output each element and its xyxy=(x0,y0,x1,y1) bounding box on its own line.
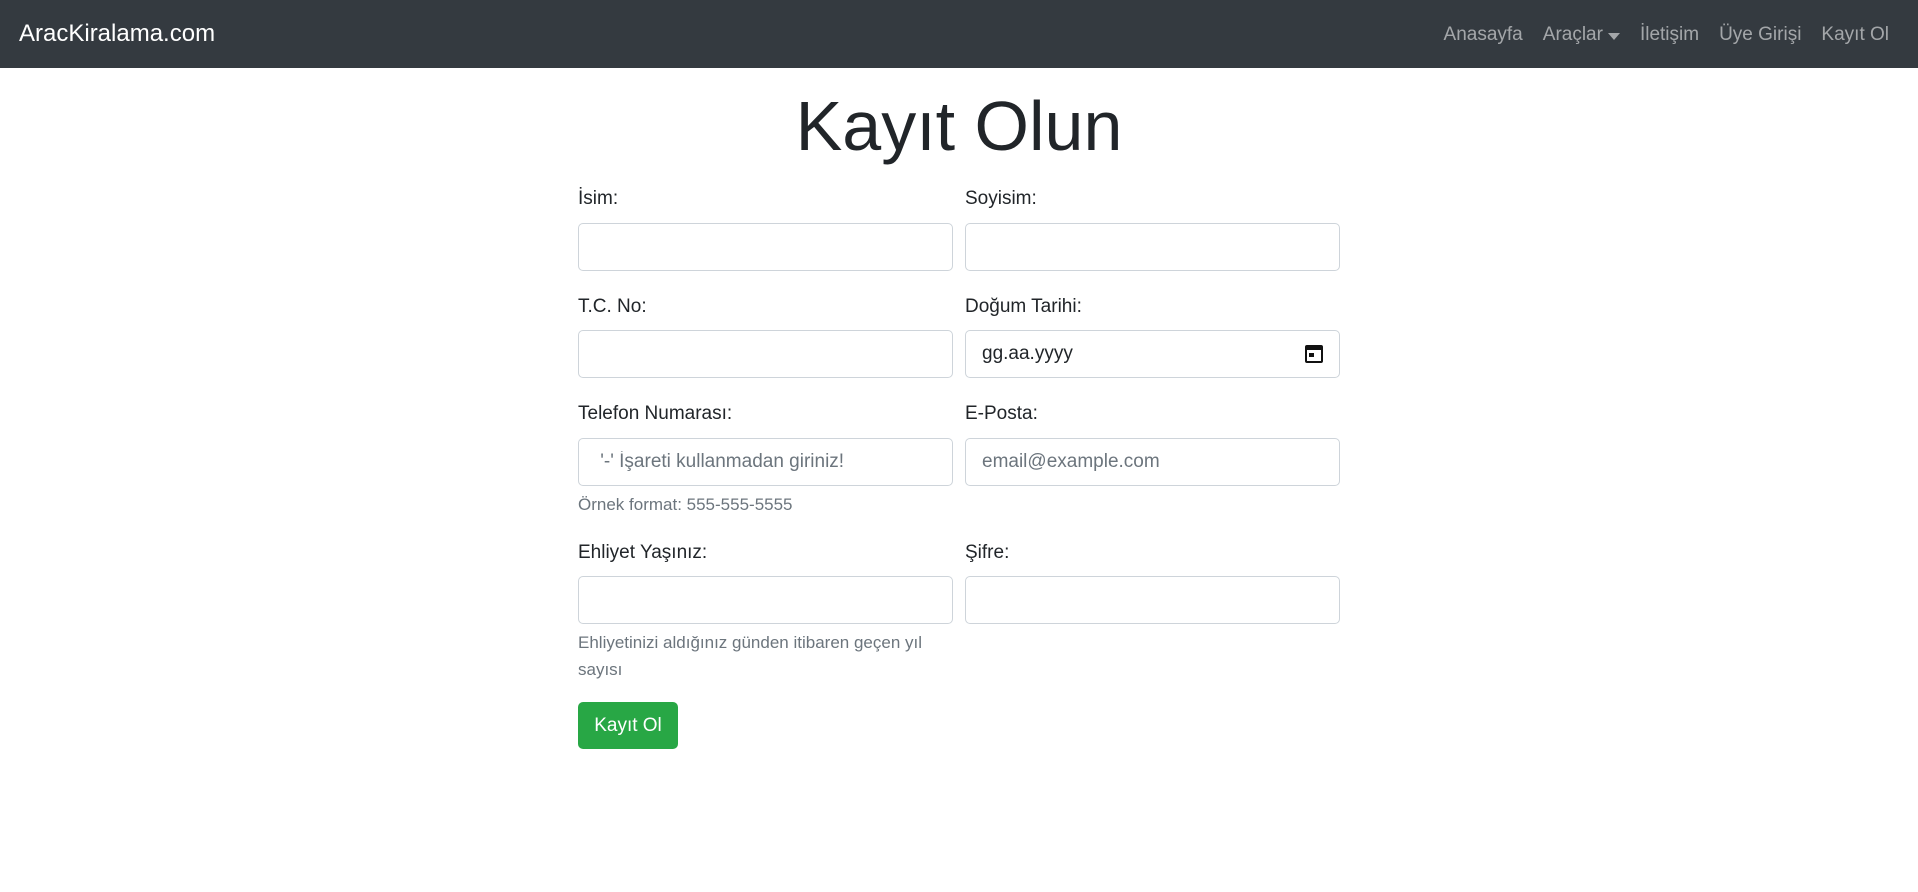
email-label: E-Posta: xyxy=(965,403,1038,424)
phone-label: Telefon Numarası: xyxy=(578,403,733,424)
email-input[interactable] xyxy=(965,438,1340,486)
last-name-label: Soyisim: xyxy=(965,188,1037,209)
birth-date-label: Doğum Tarihi: xyxy=(965,296,1082,317)
nav-login[interactable]: Üye Girişi xyxy=(1719,21,1801,49)
phone-help-text: Örnek format: 555-555-5555 xyxy=(578,495,793,514)
chevron-down-icon xyxy=(1607,32,1620,40)
first-name-label: İsim: xyxy=(578,188,619,209)
tc-no-input[interactable] xyxy=(578,330,953,378)
first-name-input[interactable] xyxy=(578,223,953,271)
last-name-input[interactable] xyxy=(965,223,1340,271)
register-button[interactable]: Kayıt Ol xyxy=(578,702,678,749)
password-input[interactable] xyxy=(965,576,1340,624)
license-years-label: Ehliyet Yaşınız: xyxy=(578,542,708,563)
password-label: Şifre: xyxy=(965,542,1010,563)
brand-link[interactable]: AracKiralama.com xyxy=(19,19,215,49)
nav-vehicles-dropdown[interactable]: Araçlar xyxy=(1543,21,1620,49)
nav-links: Anasayfa Araçlar İletişim Üye Girişi Kay… xyxy=(1444,21,1889,49)
nav-home[interactable]: Anasayfa xyxy=(1444,21,1523,49)
tc-no-label: T.C. No: xyxy=(578,296,647,317)
nav-vehicles-label: Araçlar xyxy=(1542,24,1603,45)
phone-input[interactable] xyxy=(578,438,953,486)
birth-date-value: gg.aa.yyyy xyxy=(982,343,1073,364)
license-years-help-text: Ehliyetinizi aldığınız günden itibaren g… xyxy=(578,633,922,679)
navbar: AracKiralama.com Anasayfa Araçlar İletiş… xyxy=(0,0,1918,68)
nav-contact[interactable]: İletişim xyxy=(1640,21,1699,49)
license-years-input[interactable] xyxy=(578,576,953,624)
birth-date-input[interactable]: gg.aa.yyyy xyxy=(965,330,1340,378)
calendar-icon[interactable] xyxy=(1305,345,1323,363)
nav-register[interactable]: Kayıt Ol xyxy=(1821,21,1889,49)
page-title: Kayıt Olun xyxy=(795,87,1123,165)
